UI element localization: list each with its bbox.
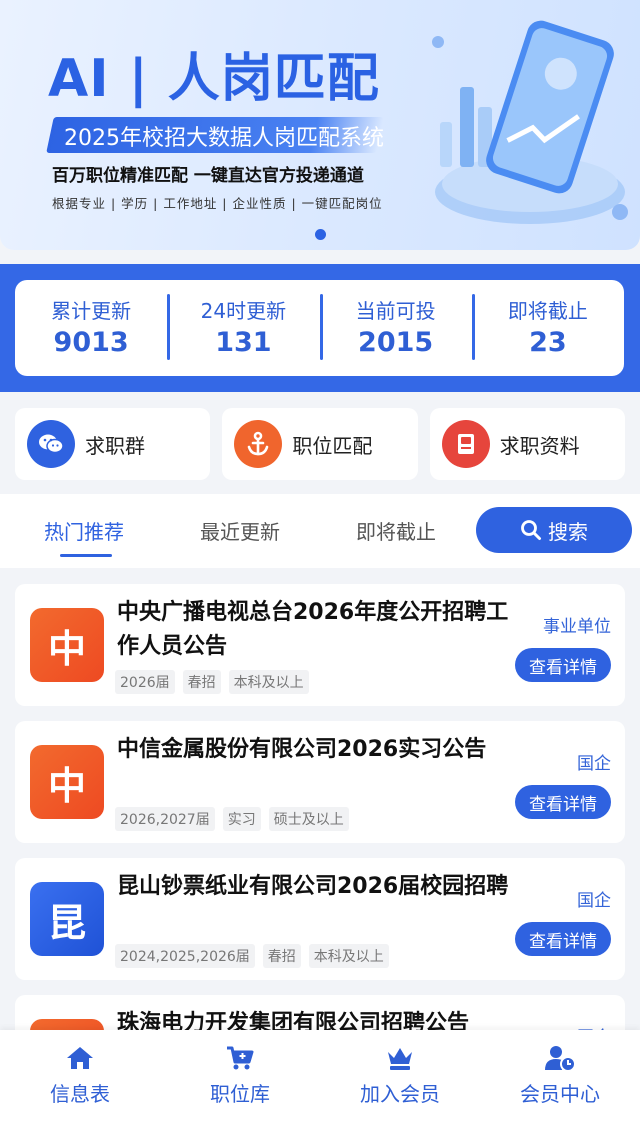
stat-value: 23: [529, 326, 567, 358]
shortcut-job-group[interactable]: 求职群: [15, 408, 211, 480]
stat-label: 即将截止: [507, 298, 588, 323]
nav-info-table[interactable]: 信息表: [0, 1030, 160, 1123]
job-tags: 2026届 春招 本科及以上: [115, 670, 309, 694]
employer-type: 国企: [577, 754, 611, 774]
job-tags: 2026,2027届 实习 硕士及以上: [115, 807, 349, 831]
stat-24h-updates[interactable]: 24时更新 131: [167, 280, 319, 376]
job-title[interactable]: 中央广播电视总台2026年度公开招聘工作人员公告: [117, 596, 509, 664]
nav-job-library[interactable]: 职位库: [160, 1030, 320, 1123]
shortcut-label: 求职资料: [499, 433, 580, 458]
tab-hot[interactable]: 热门推荐: [44, 516, 124, 545]
view-details-button[interactable]: 查看详情: [515, 922, 611, 956]
banner-title: AI | 人岗匹配: [48, 49, 380, 109]
shortcut-job-match[interactable]: 职位匹配: [222, 408, 418, 480]
stats-card: 累计更新 9013 24时更新 131 当前可投 2015 即将截止 23: [15, 280, 624, 376]
job-title[interactable]: 中信金属股份有限公司2026实习公告: [117, 733, 509, 767]
view-details-button[interactable]: 查看详情: [515, 785, 611, 819]
job-tag: 2026届: [115, 670, 175, 694]
stat-total-updates[interactable]: 累计更新 9013: [15, 280, 167, 376]
view-details-button[interactable]: 查看详情: [515, 648, 611, 682]
nav-label: 职位库: [210, 1082, 270, 1106]
stat-value: 2015: [358, 326, 434, 358]
shortcut-label: 职位匹配: [292, 433, 373, 458]
banner-tagline: 百万职位精准匹配 一键直达官方投递通道: [52, 166, 364, 186]
nav-member-center[interactable]: 会员中心: [480, 1030, 640, 1123]
job-title[interactable]: 昆山钞票纸业有限公司2026届校园招聘: [117, 870, 509, 904]
search-icon: [521, 520, 541, 540]
promo-banner[interactable]: AI | 人岗匹配 2025年校招大数据人岗匹配系统 百万职位精准匹配 一键直达…: [0, 0, 640, 250]
cart-icon: [227, 1046, 254, 1070]
banner-features: 根据专业 | 学历 | 工作地址 | 企业性质 | 一键匹配岗位: [52, 196, 383, 211]
tab-recent[interactable]: 最近更新: [200, 516, 280, 545]
bottom-navigation: 信息表 职位库 加入会员 会员中心: [0, 1030, 640, 1123]
nav-label: 加入会员: [360, 1082, 440, 1106]
nav-label: 信息表: [50, 1082, 110, 1106]
anchor-icon: [234, 420, 283, 468]
job-tag: 春招: [182, 670, 221, 694]
tab-bar: 热门推荐 最近更新 即将截止 搜索: [0, 494, 640, 568]
phone-chart-illustration-icon: [432, 20, 628, 224]
shortcut-row: 求职群 职位匹配 求职资料: [15, 408, 625, 480]
book-icon: [441, 420, 490, 468]
stat-label: 24时更新: [200, 298, 287, 323]
nav-label: 会员中心: [520, 1082, 600, 1106]
company-logo: 昆: [30, 882, 104, 956]
shortcut-job-materials[interactable]: 求职资料: [429, 408, 625, 480]
employer-type: 事业单位: [543, 617, 611, 637]
shortcut-label: 求职群: [85, 433, 145, 458]
stat-open-now[interactable]: 当前可投 2015: [319, 280, 472, 376]
employer-type: 国企: [577, 891, 611, 911]
job-tag: 本科及以上: [308, 944, 389, 968]
job-card[interactable]: 中 中信金属股份有限公司2026实习公告 2026,2027届 实习 硕士及以上…: [15, 721, 625, 843]
tab-active-indicator: [60, 554, 112, 557]
search-button[interactable]: 搜索: [476, 507, 632, 553]
stat-label: 累计更新: [51, 298, 132, 323]
crown-icon: [388, 1048, 412, 1070]
stat-label: 当前可投: [355, 298, 436, 323]
job-tag: 春招: [262, 944, 301, 968]
app-page: AI | 人岗匹配 2025年校招大数据人岗匹配系统 百万职位精准匹配 一键直达…: [0, 0, 640, 1123]
job-card[interactable]: 昆 昆山钞票纸业有限公司2026届校园招聘 2024,2025,2026届 春招…: [15, 858, 625, 980]
company-logo: 中: [30, 745, 104, 819]
stat-value: 131: [215, 326, 272, 358]
company-logo: 中: [30, 608, 104, 682]
carousel-indicator[interactable]: [315, 229, 326, 240]
job-tag: 硕士及以上: [268, 807, 349, 831]
job-tag: 2024,2025,2026届: [115, 944, 255, 968]
job-card[interactable]: 中 中央广播电视总台2026年度公开招聘工作人员公告 2026届 春招 本科及以…: [15, 584, 625, 706]
search-label: 搜索: [548, 519, 588, 544]
job-tag: 本科及以上: [228, 670, 309, 694]
tab-closing[interactable]: 即将截止: [356, 516, 436, 545]
nav-join-membership[interactable]: 加入会员: [320, 1030, 480, 1123]
user-clock-icon: [545, 1046, 576, 1072]
job-tag: 2026,2027届: [115, 807, 215, 831]
banner-subtitle: 2025年校招大数据人岗匹配系统: [64, 126, 384, 151]
home-icon: [67, 1047, 93, 1069]
job-tag: 实习: [222, 807, 261, 831]
stat-closing-soon[interactable]: 即将截止 23: [471, 280, 624, 376]
job-tags: 2024,2025,2026届 春招 本科及以上: [115, 944, 389, 968]
stat-value: 9013: [53, 326, 129, 358]
chat-icon: [27, 420, 75, 468]
stats-section: 累计更新 9013 24时更新 131 当前可投 2015 即将截止 23: [0, 264, 640, 392]
